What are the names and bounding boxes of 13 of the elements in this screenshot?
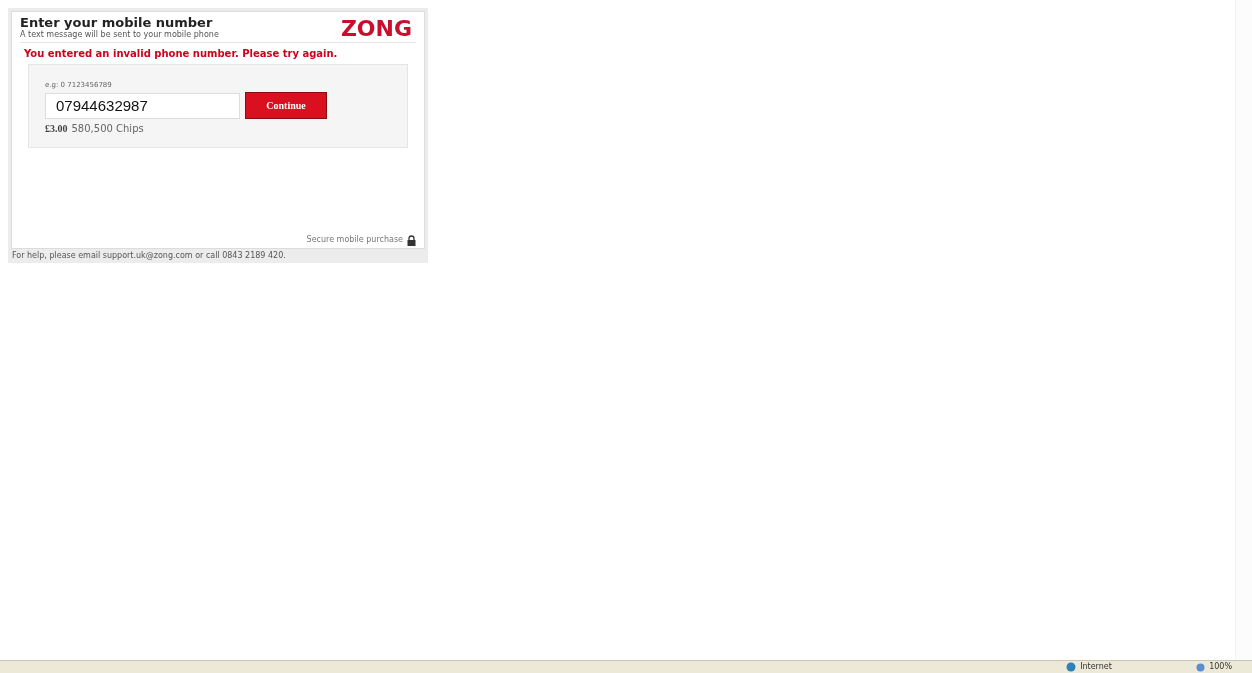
error-message: You entered an invalid phone number. Please try again. <box>24 47 339 61</box>
lock-icon <box>407 234 416 246</box>
zoom-level[interactable]: 100% <box>1209 661 1232 673</box>
phone-input-field[interactable]: 07944632987 <box>45 92 240 119</box>
brand-logo: ZONG <box>340 18 412 40</box>
price-text: £3.00 <box>45 122 68 136</box>
widget-title: Enter your mobile number <box>20 16 213 30</box>
widget-subtitle: A text message will be sent to your mobile phone <box>20 30 219 40</box>
secure-note: Secure mobile purchase <box>306 234 403 246</box>
package-text: 580,500 Chips <box>71 122 144 136</box>
continue-button[interactable]: Continue <box>245 92 327 119</box>
zone-label: Internet <box>1080 661 1112 673</box>
help-text: For help, please email support.uk@zong.com or call 0843 2189 420. <box>11 250 287 262</box>
